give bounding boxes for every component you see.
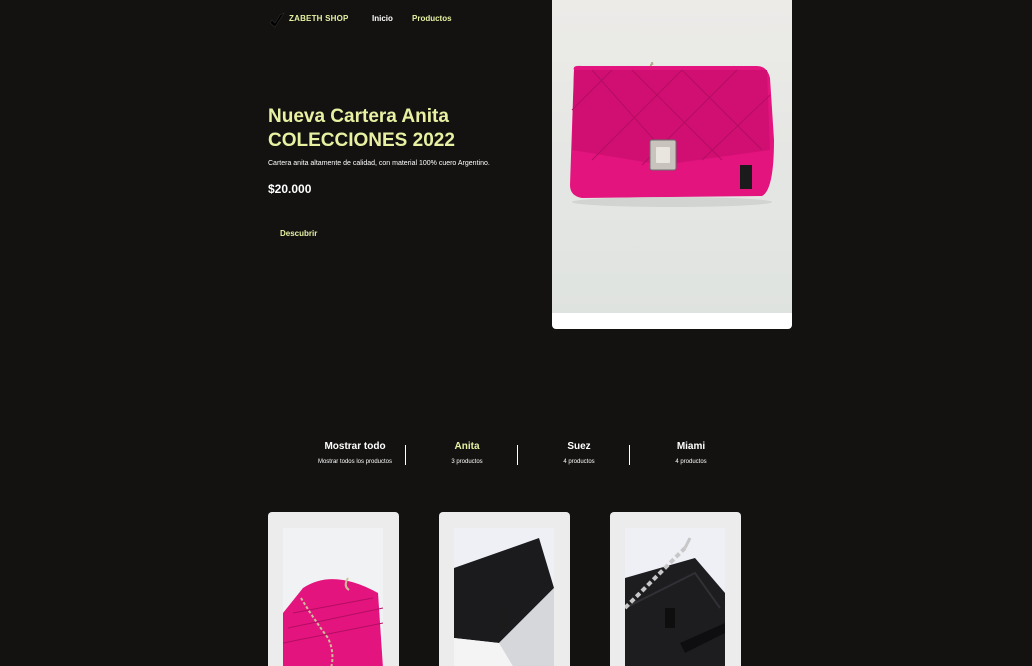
hero-title-line2: COLECCIONES 2022 [268, 130, 455, 151]
filter-subtitle: 4 productos [563, 459, 595, 465]
hero-title: Nueva Cartera Anita COLECCIONES 2022 [268, 105, 455, 153]
hero-description: Cartera anita altamente de calidad, con … [268, 160, 490, 167]
filter-subtitle: 3 productos [451, 459, 483, 465]
product-image [283, 528, 383, 666]
filter-divider [629, 445, 630, 465]
brand-name[interactable]: ZABETH SHOP [289, 14, 349, 23]
product-card[interactable] [439, 512, 570, 666]
product-image [454, 528, 554, 666]
filter-title: Mostrar todo [324, 441, 386, 452]
filter-title: Suez [567, 441, 591, 452]
product-image [625, 528, 725, 666]
filter-suez[interactable]: Suez 4 productos [523, 441, 635, 465]
nav-inicio[interactable]: Inicio [372, 14, 393, 23]
filter-divider [517, 445, 518, 465]
hero-title-line1: Nueva Cartera Anita [268, 106, 449, 127]
hero-product-card[interactable] [552, 0, 792, 329]
product-card[interactable] [268, 512, 399, 666]
filter-miami[interactable]: Miami 4 productos [635, 441, 747, 465]
discover-button[interactable]: Descubrir [280, 229, 317, 238]
filter-title: Miami [676, 441, 706, 452]
product-card[interactable] [610, 512, 741, 666]
logo-icon[interactable] [268, 11, 286, 29]
filter-divider [405, 445, 406, 465]
hero-price: $20.000 [268, 182, 312, 196]
filter-title: Anita [454, 441, 480, 452]
filter-show-all[interactable]: Mostrar todo Mostrar todos los productos [299, 441, 411, 465]
filter-subtitle: Mostrar todos los productos [317, 459, 393, 465]
filter-subtitle: 4 productos [675, 459, 707, 465]
nav-productos[interactable]: Productos [412, 14, 452, 23]
pink-bag-image [552, 0, 792, 313]
filter-anita[interactable]: Anita 3 productos [411, 441, 523, 465]
